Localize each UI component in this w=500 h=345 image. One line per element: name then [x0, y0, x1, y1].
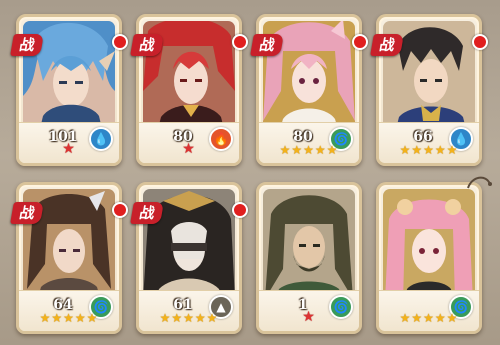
battle-badge: 战: [250, 34, 284, 56]
notification-dot: [232, 202, 248, 218]
battle-badge: 战: [370, 34, 404, 56]
star-rating: ★: [62, 141, 76, 157]
battle-badge: 战: [130, 34, 164, 56]
portrait-pink-braided-hero: [383, 189, 475, 301]
star-rating: ★: [182, 141, 196, 157]
notification-dot: [232, 34, 248, 50]
star-rating: ★★★★★: [159, 311, 219, 325]
hero-roster-grid: 101 💧 ★ 战 80 🔥 ★ 战 80 🌀 ★★★★★ 战 66 💧 ★★★…: [0, 0, 500, 345]
star-rating: ★★★★★: [279, 143, 339, 157]
hero-portrait: [383, 189, 475, 301]
notification-dot: [112, 34, 128, 50]
star-rating: ★★★★★: [39, 311, 99, 325]
hero-card-7[interactable]: 1 🌀 ★: [256, 182, 362, 334]
notification-dot: [352, 34, 368, 50]
swirl-decoration-icon: [467, 176, 492, 189]
portrait-bearded-hero: [263, 189, 355, 301]
hero-card-8[interactable]: 🌀 ★★★★★: [376, 182, 482, 334]
star-rating: ★★★★★: [399, 311, 459, 325]
battle-badge: 战: [130, 202, 164, 224]
hero-portrait: [263, 189, 355, 301]
notification-dot: [472, 34, 488, 50]
battle-badge: 战: [10, 34, 44, 56]
star-rating: ★: [302, 309, 316, 325]
battle-badge: 战: [10, 202, 44, 224]
notification-dot: [112, 202, 128, 218]
star-rating: ★★★★★: [399, 143, 459, 157]
